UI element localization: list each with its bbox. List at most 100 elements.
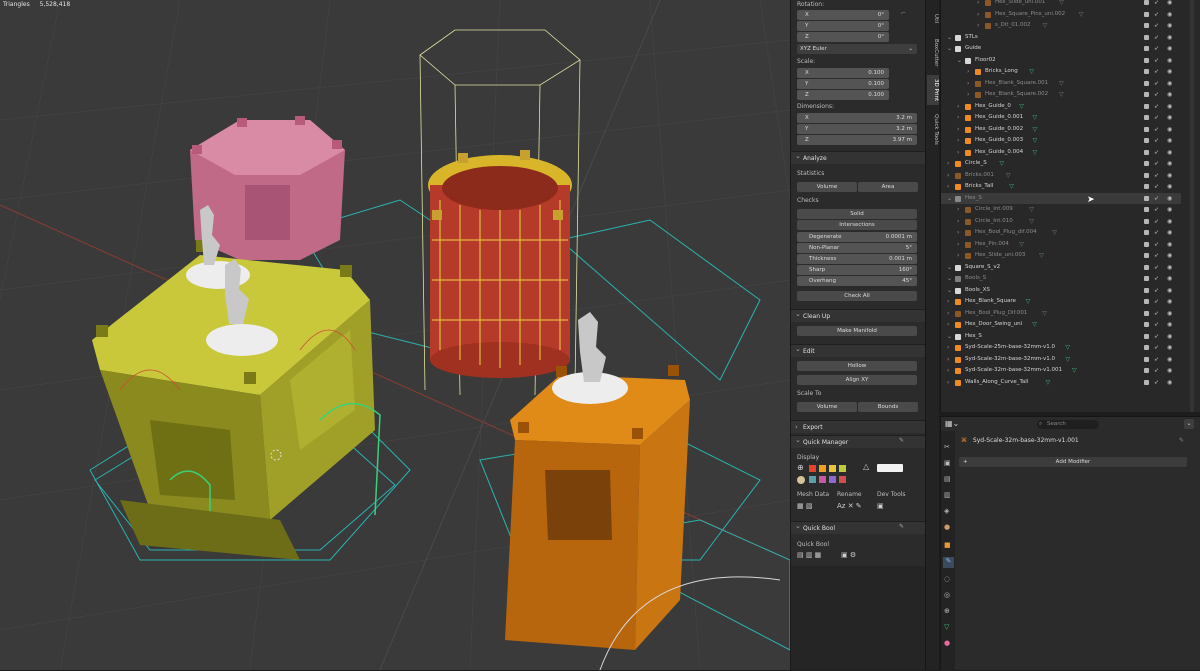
exclude-checkbox[interactable] [1144,299,1149,304]
exclude-checkbox[interactable] [1144,241,1149,247]
thickness-field[interactable]: Thickness 0.001 m [797,254,917,264]
outliner-row[interactable]: › Syd-Scale-32m-base-32mm-v1.001 ▽ ➶ ◉ [941,365,1181,377]
solid-button[interactable]: Solid [797,209,917,219]
expand-arrow-icon[interactable]: › [947,308,949,320]
expand-arrow-icon[interactable]: › [957,216,959,228]
outliner-row[interactable]: › Hex_Slide_uni.001 ▽ ➶ ◉ [941,0,1181,9]
pin-icon[interactable]: ✎ [899,437,904,444]
warning-icon[interactable]: △ [863,462,869,471]
color-swatch[interactable] [809,476,816,483]
expand-arrow-icon[interactable]: › [957,227,959,239]
exclude-checkbox[interactable] [1144,230,1149,235]
exclude-checkbox[interactable] [1144,264,1149,270]
3d-viewport[interactable]: Triangles 5,528,418 [0,0,790,670]
tool-icon[interactable]: ✂ [944,443,950,451]
outliner-row[interactable]: › Bricks_Long ▽ ➶ ◉ [941,66,1181,78]
outliner-row[interactable]: › Hex_Blank_Square.002 ▽ ➶ ◉ [941,89,1181,101]
make-manifold-button[interactable]: Make Manifold [797,326,917,336]
color-swatch[interactable] [819,476,826,483]
expand-arrow-icon[interactable]: ⌄ [947,32,952,44]
outliner-row[interactable]: › Hex_Slide_uni.003 ▽ ➶ ◉ [941,250,1181,262]
exclude-checkbox[interactable] [1144,57,1149,63]
volume-button[interactable]: Volume [797,182,857,192]
outliner-row[interactable]: ⌄ Square_S_v2 ➶ ◉ [941,262,1181,274]
tab-util[interactable]: Util [927,8,939,30]
modifier-icon[interactable]: ▽ [1033,124,1038,136]
modifier-icon[interactable]: ▽ [1065,354,1070,366]
expand-arrow-icon[interactable]: › [947,296,949,308]
modifier-icon[interactable]: ▽ [1033,135,1038,147]
expand-arrow-icon[interactable]: › [947,342,949,354]
outliner-row[interactable]: › Circle_Int.010 ▽ ➶ ◉ [941,216,1181,228]
modifier-icon[interactable]: ▽ [1029,204,1034,216]
dimensions-y-field[interactable]: Y 3.2 m [797,124,917,134]
edit-panel-header[interactable]: Edit [791,343,925,357]
expand-arrow-icon[interactable]: › [957,112,959,124]
sharp-field[interactable]: Sharp 160° [797,265,917,275]
modifier-icon[interactable]: ▽ [1043,20,1048,32]
modifier-icon[interactable]: ▽ [1026,296,1031,308]
exclude-checkbox[interactable] [1144,0,1149,5]
color-field[interactable] [877,464,903,472]
world-icon[interactable]: ● [944,523,950,531]
quick-manager-panel-header[interactable]: Quick Manager [791,434,925,448]
color-swatch[interactable] [839,476,846,483]
modifier-icon[interactable]: ▽ [1029,216,1034,228]
exclude-checkbox[interactable] [1144,287,1149,293]
constraints-icon[interactable]: ⊕ [944,607,950,615]
scale-to-volume-button[interactable]: Volume [797,402,857,412]
output-icon[interactable]: ▤ [944,475,951,483]
scale-y-field[interactable]: Y 0.100 [797,79,889,89]
outliner-row[interactable]: › s_Dit_01.002 ▽ ➶ ◉ [941,20,1181,32]
expand-arrow-icon[interactable]: ⌄ [947,193,952,205]
outliner-row[interactable]: ⌄ Floor02 ➶ ◉ [941,55,1181,67]
modifier-icon[interactable]: ▽ [1072,365,1077,377]
modifier-wrench-icon[interactable]: ✎ [943,557,954,568]
expand-arrow-icon[interactable]: › [947,181,949,193]
outliner-row[interactable]: › Hex_Bool_Plug_dif.004 ▽ ➶ ◉ [941,227,1181,239]
outliner-row[interactable]: › Hex_Pin.004 ▽ ➶ ◉ [941,239,1181,251]
intersections-button[interactable]: Intersections [797,220,917,230]
outliner-row[interactable]: › Hex_Blank_Square.001 ▽ ➶ ◉ [941,78,1181,90]
expand-arrow-icon[interactable]: ⌄ [947,262,952,274]
expand-arrow-icon[interactable]: › [957,204,959,216]
modifier-icon[interactable]: ▽ [1033,112,1038,124]
exclude-checkbox[interactable] [1144,11,1149,17]
outliner-row[interactable]: › Hex_Guide_0.004 ▽ ➶ ◉ [941,147,1181,159]
outliner-row[interactable]: › Hex_Square_Pins_uni.002 ▽ ➶ ◉ [941,9,1181,21]
outliner-row[interactable]: ⌄ STLs ➶ ◉ [941,32,1181,44]
outliner-row[interactable]: › Syd-Scale-25m-base-32mm-v1.0 ▽ ➶ ◉ [941,342,1181,354]
exclude-checkbox[interactable] [1144,34,1149,40]
modifier-icon[interactable]: ▽ [1079,9,1084,21]
scale-z-field[interactable]: Z 0.100 [797,90,889,100]
modifier-icon[interactable]: ▽ [1033,147,1038,159]
expand-arrow-icon[interactable]: › [947,365,949,377]
exclude-checkbox[interactable] [1144,80,1149,86]
expand-arrow-icon[interactable]: ⌄ [947,273,952,285]
expand-arrow-icon[interactable]: › [947,158,949,170]
physics-icon[interactable]: ◎ [944,591,950,599]
expand-arrow-icon[interactable]: › [957,124,959,136]
exclude-checkbox[interactable] [1144,161,1149,166]
color-swatch[interactable] [839,465,846,472]
rename-icons[interactable]: Az ✕ ✎ [837,502,862,510]
exclude-checkbox[interactable] [1144,46,1149,51]
expand-arrow-icon[interactable]: ⌄ [947,331,952,343]
overhang-field[interactable]: Overhang 45° [797,276,917,286]
scene-icon[interactable]: ◈ [944,507,949,515]
modifier-icon[interactable]: ▽ [1059,89,1064,101]
exclude-checkbox[interactable] [1144,126,1149,132]
expand-arrow-icon[interactable]: › [957,239,959,251]
exclude-checkbox[interactable] [1144,92,1149,97]
outliner-row[interactable]: ⌄ Bools_S ➶ ◉ [941,273,1181,285]
bool-settings-icons[interactable]: ▣ ⚙ [841,551,856,559]
modifier-icon[interactable]: ▽ [1019,101,1024,113]
outliner-row[interactable]: › Bricks_Tall ▽ ➶ ◉ [941,181,1181,193]
rotation-z-field[interactable]: Z 0° [797,32,889,42]
exclude-checkbox[interactable] [1144,149,1149,155]
outliner-row[interactable]: ⌄ Hex_S ➶ ◉ [941,331,1181,343]
degenerate-field[interactable]: Degenerate 0.0001 m [797,232,917,242]
expand-arrow-icon[interactable]: ⌄ [957,55,962,67]
modifier-icon[interactable]: ▽ [1042,308,1047,320]
modifier-icon[interactable]: ▽ [1029,66,1034,78]
